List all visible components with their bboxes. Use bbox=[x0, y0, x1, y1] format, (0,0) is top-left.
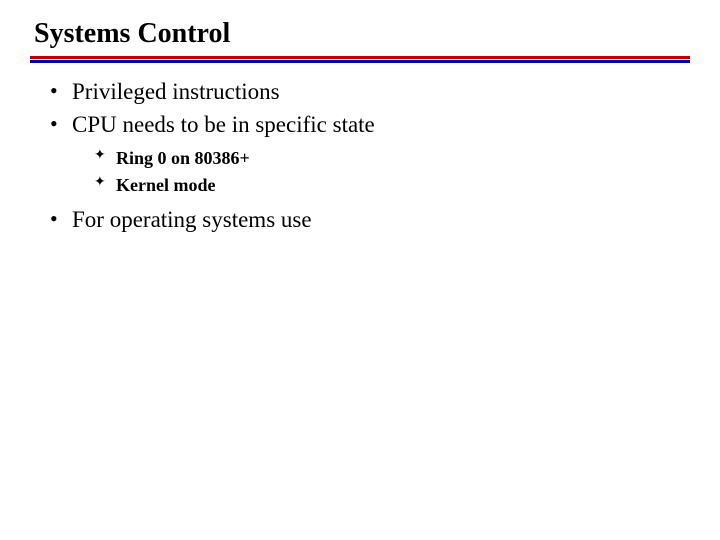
bullet-text: CPU needs to be in specific state bbox=[72, 112, 375, 137]
bullet-list: Privileged instructions CPU needs to be … bbox=[30, 76, 690, 236]
title-divider bbox=[30, 56, 690, 62]
bullet-text: For operating systems use bbox=[72, 207, 312, 232]
bullet-item: Privileged instructions bbox=[50, 76, 690, 107]
sub-bullet-item: Ring 0 on 80386+ bbox=[94, 146, 690, 171]
sub-bullet-text: Kernel mode bbox=[116, 175, 215, 195]
bullet-text: Privileged instructions bbox=[72, 79, 280, 104]
bullet-item: CPU needs to be in specific state Ring 0… bbox=[50, 109, 690, 198]
slide-title: Systems Control bbox=[30, 18, 690, 50]
sub-bullet-text: Ring 0 on 80386+ bbox=[116, 148, 250, 168]
sub-bullet-list: Ring 0 on 80386+ Kernel mode bbox=[72, 146, 690, 198]
slide: Systems Control Privileged instructions … bbox=[0, 0, 720, 256]
sub-bullet-item: Kernel mode bbox=[94, 173, 690, 198]
divider-red-line bbox=[30, 56, 690, 59]
divider-blue-line bbox=[30, 60, 690, 63]
bullet-item: For operating systems use bbox=[50, 204, 690, 235]
